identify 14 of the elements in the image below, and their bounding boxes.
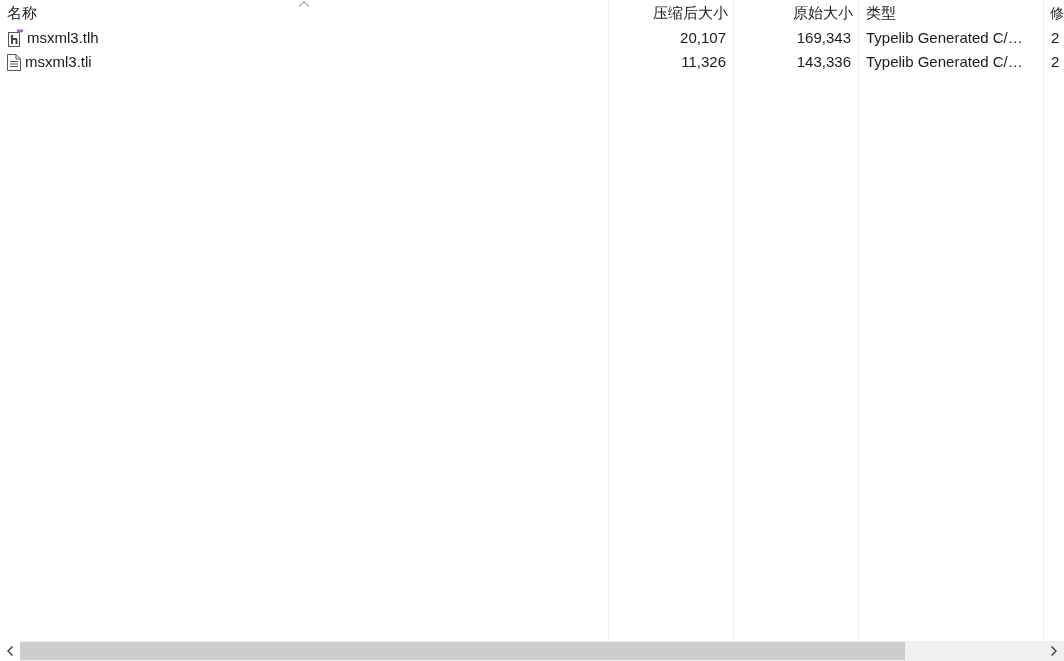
- column-header[interactable]: 名称: [0, 0, 608, 26]
- column-header[interactable]: 压缩后大小: [609, 0, 733, 26]
- file-name: msxml3.tlh: [27, 27, 99, 48]
- caret-up-icon: [298, 1, 310, 7]
- column-header[interactable]: 原始大小: [734, 0, 858, 26]
- text-document-icon: [7, 53, 21, 71]
- column-header[interactable]: 修: [1044, 0, 1064, 26]
- file-name: msxml3.tli: [25, 51, 92, 72]
- chevron-right-icon: [1051, 646, 1057, 656]
- scrollbar-thumb[interactable]: [20, 642, 905, 660]
- chevron-left-icon: [7, 646, 13, 656]
- column-header[interactable]: 类型: [859, 0, 1043, 26]
- document-icon: [7, 29, 23, 47]
- scroll-left-button[interactable]: [0, 641, 20, 661]
